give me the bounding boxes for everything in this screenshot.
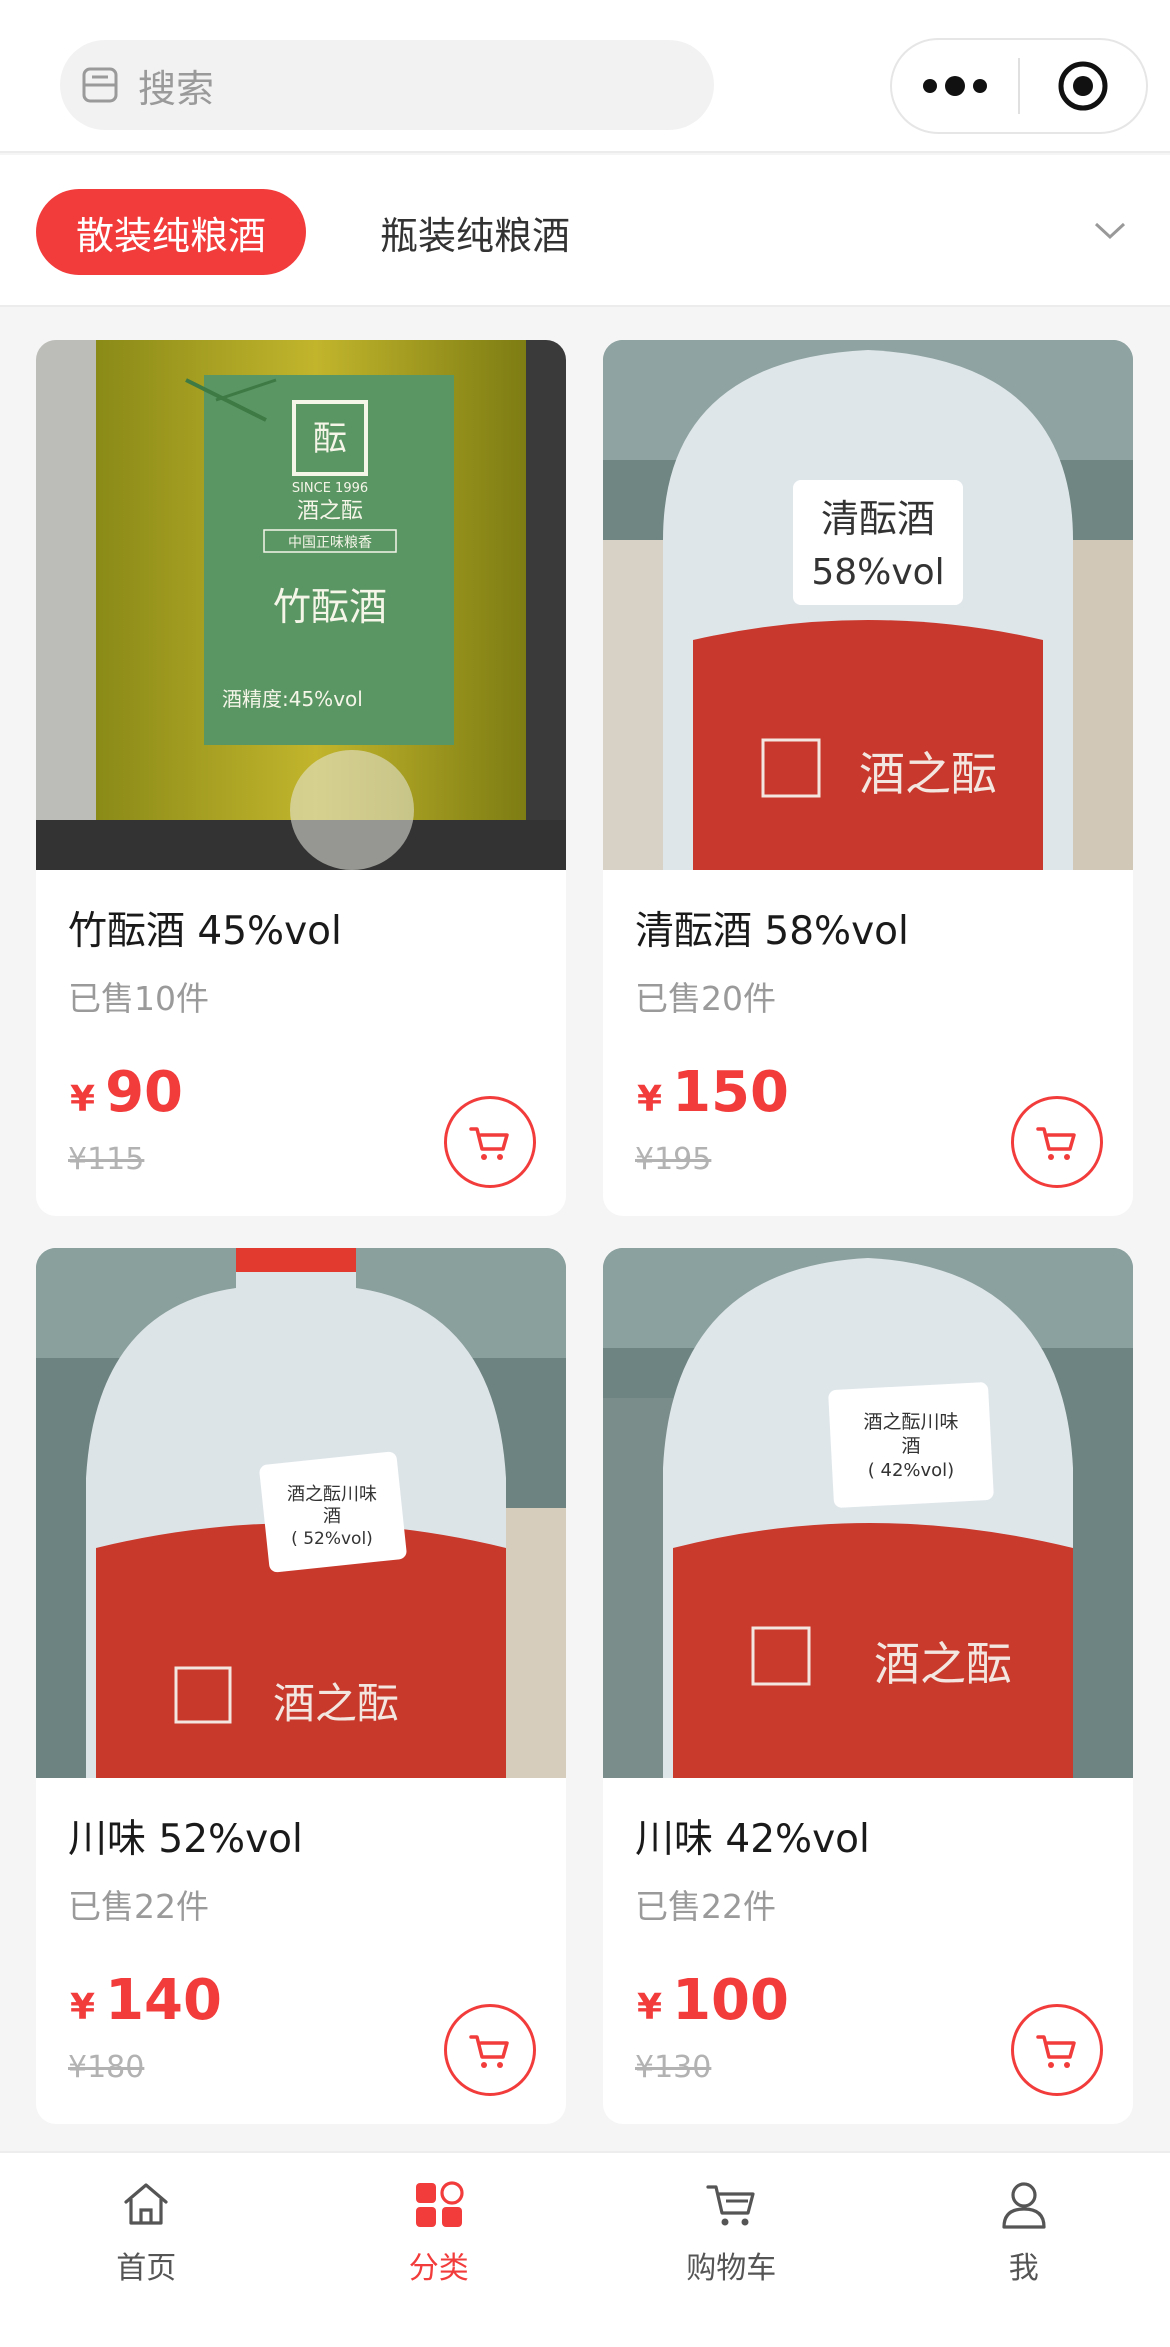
tabbar-item-me[interactable]: 我 [878, 2153, 1170, 2347]
cart-icon [469, 2035, 509, 2068]
sold-count: 已售10件 [68, 979, 209, 1018]
product-image[interactable]: 清酝酒 58%vol 酒之酝 [603, 340, 1133, 870]
label-sub: 中国正味粮香 [288, 535, 372, 551]
product-card[interactable]: 酒之酝川味 酒 ( 52%vol) 酒之酝 川味 52%vol 已售22件 ¥ … [36, 1248, 566, 2124]
add-to-cart-button[interactable] [444, 2004, 536, 2096]
label-line3: ( 52%vol) [291, 1529, 373, 1549]
product-image[interactable]: 酒之酝川味 酒 ( 52%vol) 酒之酝 [36, 1248, 566, 1778]
label-line2: 酒 [323, 1506, 341, 1527]
tabbar-item-home[interactable]: 首页 [0, 2153, 293, 2347]
target-icon[interactable] [1020, 59, 1146, 113]
label-title: 竹酝酒 [273, 585, 387, 629]
category-tab[interactable]: 瓶装纯粮酒 [380, 189, 570, 275]
tabbar-label: 分类 [408, 2251, 469, 2286]
label-line2: 58%vol [811, 552, 944, 593]
label-line1: 酒之酝川味 [287, 1484, 377, 1505]
product-image[interactable]: 酒之酝川味 酒 ( 42%vol) 酒之酝 [603, 1248, 1133, 1778]
search-input[interactable]: 搜索 [60, 40, 714, 130]
label-abv: 酒精度:45%vol [222, 687, 363, 711]
product-price: ¥ 140 [70, 1968, 222, 2033]
add-to-cart-button[interactable] [444, 1096, 536, 1188]
search-placeholder: 搜索 [138, 66, 215, 111]
header: 搜索 [0, 0, 1170, 153]
currency-symbol: ¥ [70, 1079, 96, 1120]
bottle-brand: 酒之酝 [874, 1637, 1012, 1691]
original-price: ¥115 [68, 1142, 145, 1177]
product-name[interactable]: 川味 52%vol [68, 1808, 303, 1864]
add-to-cart-button[interactable] [1011, 2004, 1103, 2096]
cart-icon [1036, 2035, 1076, 2068]
label-line2: 酒 [901, 1435, 920, 1457]
sold-count: 已售20件 [635, 979, 776, 1018]
bottle-brand: 酒之酝 [859, 747, 997, 801]
category-tabs: 散装纯粮酒 瓶装纯粮酒 [0, 155, 1170, 307]
tabbar-label: 购物车 [686, 2251, 777, 2286]
price-value: 150 [672, 1060, 789, 1125]
user-icon [1002, 2182, 1046, 2229]
more-dots-icon[interactable] [892, 76, 1018, 96]
add-to-cart-button[interactable] [1011, 1096, 1103, 1188]
tabbar-item-category[interactable]: 分类 [293, 2153, 586, 2347]
sold-count: 已售22件 [68, 1887, 209, 1926]
label-line3: ( 42%vol) [868, 1460, 954, 1481]
sold-count: 已售22件 [635, 1887, 776, 1926]
original-price: ¥180 [68, 2050, 145, 2085]
price-value: 140 [105, 1968, 222, 2033]
tabbar-label: 我 [1008, 2251, 1039, 2286]
currency-symbol: ¥ [637, 1079, 663, 1120]
original-price: ¥195 [635, 1142, 712, 1177]
product-card[interactable]: 酒之酝川味 酒 ( 42%vol) 酒之酝 川味 42%vol 已售22件 ¥ … [603, 1248, 1133, 2124]
category-tab-active[interactable]: 散装纯粮酒 [36, 189, 306, 275]
product-image[interactable]: 酝 SINCE 1996 酒之酝 中国正味粮香 竹酝酒 酒精度:45%vol [36, 340, 566, 870]
price-value: 100 [672, 1968, 789, 2033]
tabbar-label: 首页 [116, 2251, 177, 2286]
original-price: ¥130 [635, 2050, 712, 2085]
chevron-down-icon[interactable] [1090, 210, 1130, 250]
mini-program-capsule [890, 38, 1148, 134]
product-price: ¥ 150 [637, 1060, 789, 1125]
label-line1: 酒之酝川味 [863, 1411, 958, 1433]
cart-icon [1036, 1127, 1076, 1160]
price-value: 90 [105, 1060, 183, 1125]
currency-symbol: ¥ [637, 1987, 663, 2028]
tabbar-item-cart[interactable]: 购物车 [585, 2153, 878, 2347]
product-name[interactable]: 川味 42%vol [635, 1808, 870, 1864]
scan-icon [82, 67, 118, 103]
product-card[interactable]: 清酝酒 58%vol 酒之酝 清酝酒 58%vol 已售20件 ¥ 150 ¥1… [603, 340, 1133, 1216]
cart-icon [469, 1127, 509, 1160]
cart-icon [706, 2185, 755, 2226]
bottle-logo-text: 酝 [313, 419, 347, 459]
page: 搜索 散装纯粮酒 瓶装纯粮酒 酝 SINCE 1996 酒之酝 中国正味粮香 竹… [0, 0, 1170, 2347]
home-icon [124, 2183, 168, 2225]
product-price: ¥ 100 [637, 1968, 789, 2033]
product-price: ¥ 90 [70, 1060, 183, 1125]
bottle-brand: 酒之酝 [273, 1679, 399, 1728]
label-brand: 酒之酝 [297, 499, 363, 524]
category-icon [415, 2181, 464, 2227]
product-name[interactable]: 竹酝酒 45%vol [68, 900, 342, 956]
label-line1: 清酝酒 [821, 497, 935, 541]
label-since: SINCE 1996 [292, 481, 368, 496]
bottom-tab-bar: 首页 分类 购物车 我 [0, 2151, 1170, 2347]
currency-symbol: ¥ [70, 1987, 96, 2028]
product-card[interactable]: 酝 SINCE 1996 酒之酝 中国正味粮香 竹酝酒 酒精度:45%vol 竹… [36, 340, 566, 1216]
product-name[interactable]: 清酝酒 58%vol [635, 900, 909, 956]
